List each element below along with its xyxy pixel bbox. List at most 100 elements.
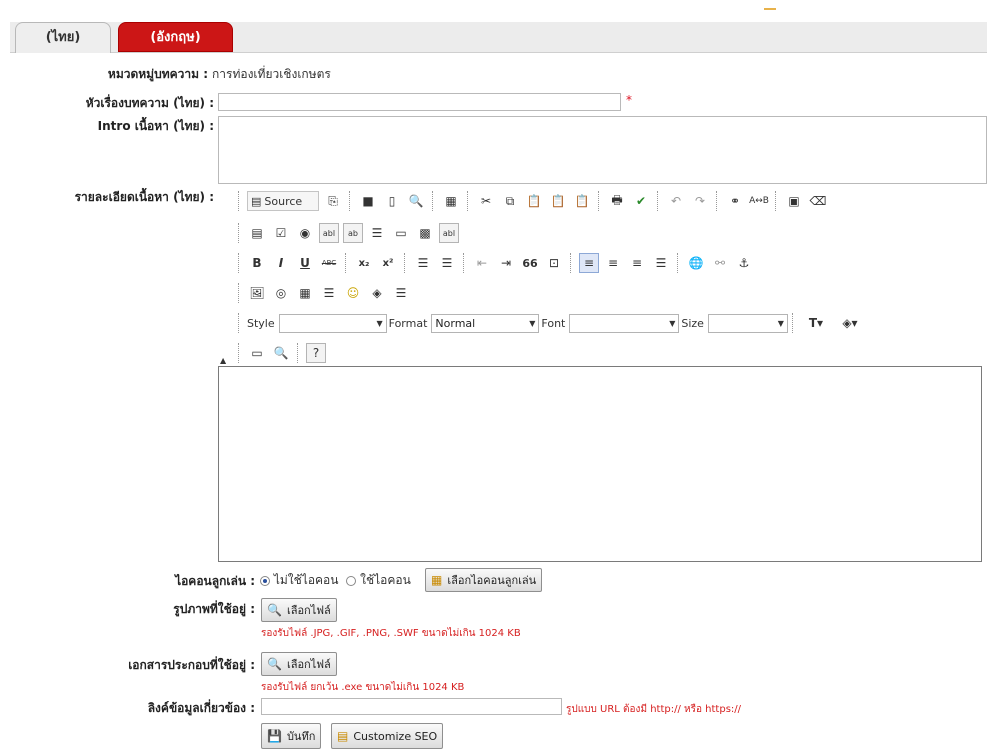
link-button[interactable]: 🌐 <box>686 253 706 273</box>
blockquote-button[interactable]: 66 <box>520 253 540 273</box>
smiley-button[interactable]: ☺ <box>343 283 363 303</box>
superscript-button[interactable]: x² <box>378 253 398 273</box>
toolbar-separator <box>467 191 470 211</box>
paste-button[interactable]: 📋 <box>524 191 544 211</box>
maximize-button[interactable]: ▭ <box>247 343 267 363</box>
link-input[interactable] <box>261 698 562 715</box>
special-char-icon: ◈ <box>372 286 382 300</box>
chevron-down-icon: ▼ <box>529 318 536 328</box>
choose-icon-button[interactable]: ▦ เลือกไอคอนลูกเล่น <box>425 568 543 592</box>
textarea-button[interactable]: ab <box>343 223 363 243</box>
textarea-icon: ab <box>348 228 358 238</box>
numbered-list-button[interactable]: ☰ <box>413 253 433 273</box>
page-break-button[interactable]: ☰ <box>391 283 411 303</box>
subscript-button[interactable]: x₂ <box>354 253 374 273</box>
toolbar-separator <box>238 283 241 303</box>
replace-button[interactable]: A↔B <box>749 191 769 211</box>
create-div-button[interactable]: ⊡ <box>544 253 564 273</box>
align-left-icon: ≡ <box>583 256 595 270</box>
templates-button[interactable]: ▦ <box>441 191 461 211</box>
icon-use-radio[interactable] <box>346 575 357 586</box>
flash-button[interactable]: ◎ <box>271 283 291 303</box>
select-all-button[interactable]: ▣ <box>784 191 804 211</box>
preview-button[interactable]: 🔍 <box>406 191 426 211</box>
print-button[interactable]: 🖶 <box>607 191 627 211</box>
source-button[interactable]: ▤ Source <box>247 191 319 211</box>
justify-icon: ☰ <box>655 256 667 270</box>
anchor-button[interactable]: ⚓ <box>734 253 754 273</box>
choose-attachment-button[interactable]: 🔍 เลือกไฟล์ <box>261 652 337 676</box>
align-right-button[interactable]: ≡ <box>627 253 647 273</box>
style-select[interactable]: ▼ <box>278 313 387 333</box>
align-center-button[interactable]: ≡ <box>603 253 623 273</box>
redo-button[interactable]: ↷ <box>690 191 710 211</box>
text-color-button[interactable]: T▾ <box>801 313 831 333</box>
textfield-button[interactable]: abl <box>319 223 339 243</box>
image-button[interactable]: 🖼 <box>247 283 267 303</box>
font-select[interactable]: ▼ <box>569 313 680 333</box>
tab-english[interactable]: (อังกฤษ) <box>118 22 233 52</box>
paste-word-button[interactable]: 📋 <box>572 191 592 211</box>
show-blocks-button[interactable]: 🔍 <box>271 343 291 363</box>
outdent-button[interactable]: ⇤ <box>472 253 492 273</box>
floppy-icon: ■ <box>362 194 374 208</box>
help-button[interactable]: ? <box>306 343 326 363</box>
justify-button[interactable]: ☰ <box>651 253 671 273</box>
icon-none-radio[interactable] <box>260 575 270 586</box>
radio-button-tool[interactable]: ◉ <box>295 223 315 243</box>
intro-textarea[interactable] <box>218 116 987 184</box>
save-doc-button[interactable]: ⎘ <box>323 191 343 211</box>
subscript-icon: x₂ <box>358 257 370 269</box>
format-select[interactable]: Normal ▼ <box>431 313 540 333</box>
toolbar-separator <box>657 191 660 211</box>
preview-icon: 🔍 <box>408 194 424 208</box>
image-button-field[interactable]: ▩ <box>415 223 435 243</box>
title-input[interactable] <box>218 93 621 111</box>
indent-icon: ⇥ <box>500 256 512 270</box>
indent-button[interactable]: ⇥ <box>496 253 516 273</box>
save-button-editor[interactable]: ■ <box>358 191 378 211</box>
spellcheck-button[interactable]: ✔ <box>631 191 651 211</box>
horizontal-rule-button[interactable]: ☰ <box>319 283 339 303</box>
horizontal-rule-icon: ☰ <box>323 286 335 300</box>
undo-button[interactable]: ↶ <box>666 191 686 211</box>
select-field-button[interactable]: ☰ <box>367 223 387 243</box>
bg-color-button[interactable]: ◈▾ <box>835 313 865 333</box>
special-char-button[interactable]: ◈ <box>367 283 387 303</box>
image-icon: 🖼 <box>249 286 265 300</box>
align-left-button[interactable]: ≡ <box>579 253 599 273</box>
remove-format-button[interactable]: ⌫ <box>808 191 828 211</box>
new-page-button[interactable]: ▯ <box>382 191 402 211</box>
choose-image-button[interactable]: 🔍 เลือกไฟล์ <box>261 598 337 622</box>
decorative-mark <box>764 4 776 10</box>
checkbox-button[interactable]: ☑ <box>271 223 291 243</box>
strike-button[interactable]: ABC <box>319 253 339 273</box>
bold-button[interactable]: B <box>247 253 267 273</box>
unlink-button[interactable]: ⚯ <box>710 253 730 273</box>
numbered-list-icon: ☰ <box>417 256 429 270</box>
size-label: Size <box>681 316 704 330</box>
find-button[interactable]: ⚭ <box>725 191 745 211</box>
collapse-toolbar-icon[interactable]: ▲ <box>220 356 226 365</box>
tab-thai[interactable]: (ไทย) <box>15 22 111 53</box>
superscript-icon: x² <box>382 257 394 269</box>
save-button[interactable]: 💾 บันทึก <box>261 723 322 749</box>
customize-seo-button[interactable]: ▤ Customize SEO <box>331 723 444 749</box>
form-button[interactable]: ▤ <box>247 223 267 243</box>
italic-button[interactable]: I <box>271 253 291 273</box>
title-label: หัวเรื่องบทความ (ไทย) : <box>85 96 214 110</box>
bulleted-list-icon: ☰ <box>441 256 453 270</box>
underline-button[interactable]: U <box>295 253 315 273</box>
bulleted-list-button[interactable]: ☰ <box>437 253 457 273</box>
paste-text-button[interactable]: 📋 <box>548 191 568 211</box>
hidden-field-button[interactable]: abl <box>439 223 459 243</box>
button-field-button[interactable]: ▭ <box>391 223 411 243</box>
copy-button[interactable]: ⧉ <box>500 191 520 211</box>
size-select[interactable]: ▼ <box>707 313 788 333</box>
table-button[interactable]: ▦ <box>295 283 315 303</box>
editor-content-area[interactable] <box>218 366 982 562</box>
cut-button[interactable]: ✂ <box>476 191 496 211</box>
source-label: Source <box>264 194 303 208</box>
search-icon: 🔍 <box>267 603 282 617</box>
bg-color-icon: ◈▾ <box>842 316 858 330</box>
